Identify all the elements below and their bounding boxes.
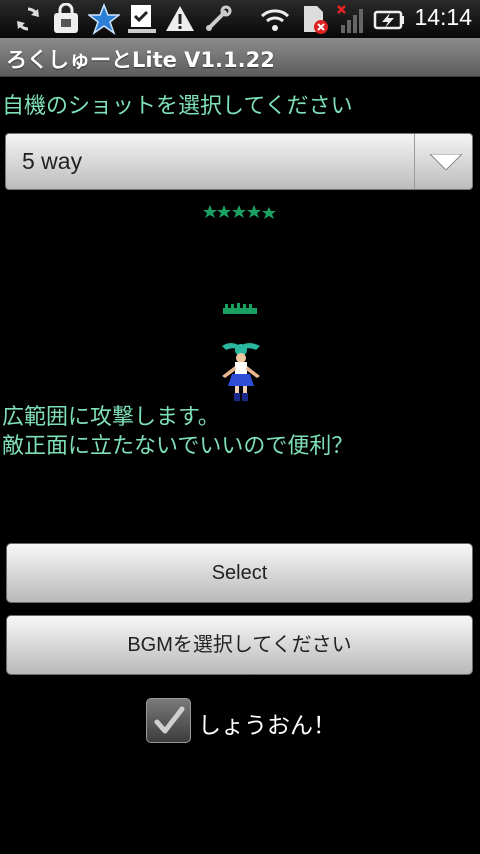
no-signal-icon bbox=[337, 5, 363, 33]
sound-checkbox[interactable] bbox=[146, 698, 191, 743]
checkmark-icon bbox=[154, 706, 185, 734]
description-line: 敵正面に立たないでいいので便利？ bbox=[2, 434, 354, 459]
wifi-icon bbox=[260, 9, 290, 31]
app-title-bar: ろくしゅーとLite V1.1.22 bbox=[0, 38, 480, 77]
status-bar: 14:14 bbox=[0, 0, 480, 38]
sound-checkbox-label: しょうおん！ bbox=[198, 713, 336, 739]
status-time: 14:14 bbox=[414, 4, 472, 30]
player-shot-sprite bbox=[223, 303, 257, 314]
shot-select-prompt: 自機のショットを選択してください bbox=[2, 94, 353, 119]
sync-icon bbox=[17, 7, 39, 31]
shot-description: 広範囲に攻撃します。 敵正面に立たないでいいので便利？ bbox=[2, 403, 353, 461]
shopping-bag-icon bbox=[54, 3, 78, 33]
shot-spinner-value: 5 way bbox=[22, 148, 83, 174]
no-sim-icon bbox=[304, 6, 328, 34]
app-title: ろくしゅーとLite V1.1.22 bbox=[6, 48, 275, 72]
bgm-select-button[interactable]: BGMを選択してください bbox=[6, 615, 473, 675]
warning-icon bbox=[166, 6, 194, 31]
chevron-down-icon bbox=[430, 154, 462, 170]
select-button[interactable]: Select bbox=[6, 543, 473, 603]
shot-pattern-preview bbox=[203, 205, 276, 219]
star-icon bbox=[88, 3, 120, 35]
spinner-divider bbox=[414, 134, 415, 189]
usb-debug-icon bbox=[206, 5, 232, 31]
description-line: 広範囲に攻撃します。 bbox=[2, 405, 220, 430]
player-character-sprite bbox=[222, 343, 260, 401]
download-complete-icon bbox=[128, 5, 156, 33]
battery-charging-icon bbox=[373, 10, 404, 30]
shot-spinner[interactable]: 5 way bbox=[5, 133, 473, 190]
